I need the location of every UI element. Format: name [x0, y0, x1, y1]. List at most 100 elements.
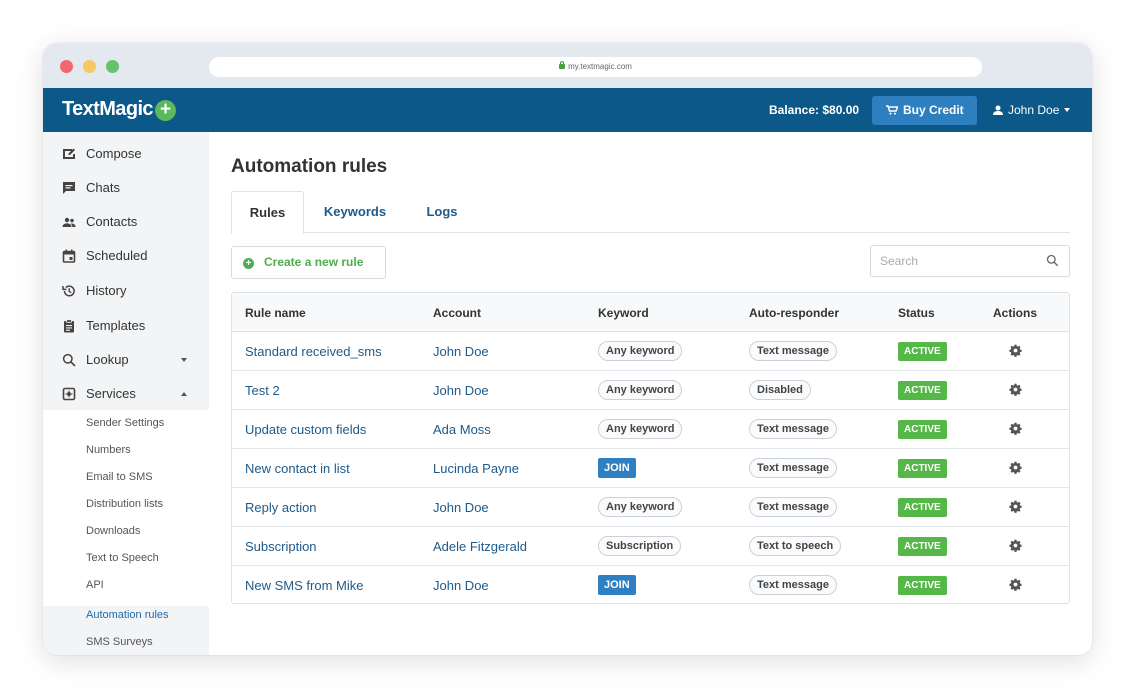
- table-row[interactable]: Update custom fields Ada Moss Any keyword T…: [232, 410, 1069, 449]
- minimize-window-dot[interactable]: [83, 60, 96, 73]
- sidebar-item-contacts[interactable]: Contacts: [43, 207, 209, 237]
- table-row[interactable]: Reply action John Doe Any keyword Text mess…: [232, 488, 1069, 527]
- column-status[interactable]: Status: [898, 306, 935, 320]
- sidebar-item-label: Lookup: [86, 352, 129, 367]
- address-bar[interactable]: my.textmagic.com: [209, 57, 982, 77]
- close-window-dot[interactable]: [60, 60, 73, 73]
- auto-responder-badge: Text message: [749, 419, 837, 439]
- column-rule-name[interactable]: Rule name: [245, 306, 306, 320]
- submenu-item-distribution-lists[interactable]: Distribution lists: [86, 498, 163, 510]
- chevron-down-icon: [1064, 108, 1071, 112]
- account-link[interactable]: Adele Fitzgerald: [433, 539, 527, 554]
- compose-icon: [63, 148, 75, 159]
- keyword-badge: Any keyword: [598, 419, 683, 439]
- contacts-icon: [62, 217, 76, 227]
- sidebar-item-label: Templates: [86, 318, 146, 333]
- sidebar-item-history[interactable]: History: [43, 276, 209, 306]
- app-header: TextMagic + Balance: $80.00 Buy Credit J…: [43, 88, 1092, 132]
- create-rule-button[interactable]: + Create a new rule: [231, 246, 386, 279]
- sidebar-item-label: Compose: [86, 146, 142, 161]
- account-link[interactable]: Lucinda Payne: [433, 461, 519, 476]
- account-link[interactable]: John Doe: [433, 578, 489, 593]
- services-icon: [62, 387, 76, 401]
- user-icon: [993, 105, 1003, 115]
- rule-name-link[interactable]: Subscription: [245, 539, 317, 554]
- gear-icon[interactable]: [1009, 578, 1022, 591]
- sidebar-item-lookup[interactable]: Lookup: [43, 345, 209, 375]
- rule-name-link[interactable]: Update custom fields: [245, 422, 366, 437]
- column-keyword[interactable]: Keyword: [598, 306, 649, 320]
- submenu-item-sms-surveys[interactable]: SMS Surveys: [86, 636, 153, 648]
- submenu-item-automation-rules[interactable]: Automation rules: [86, 609, 169, 621]
- submenu-item-text-to-speech[interactable]: Text to Speech: [86, 552, 159, 564]
- plus-icon[interactable]: +: [155, 100, 176, 121]
- status-badge: ACTIVE: [898, 381, 947, 400]
- gear-icon[interactable]: [1009, 422, 1022, 435]
- tab-rules[interactable]: Rules: [231, 191, 304, 234]
- search-input[interactable]: [870, 245, 1070, 277]
- create-rule-label: Create a new rule: [264, 255, 364, 269]
- search-icon[interactable]: [1046, 254, 1059, 267]
- keyword-badge: Any keyword: [598, 380, 683, 400]
- table-row[interactable]: Subscription Adele Fitzgerald Subscription…: [232, 527, 1069, 566]
- account-link[interactable]: John Doe: [433, 344, 489, 359]
- gear-icon[interactable]: [1009, 461, 1022, 474]
- submenu-item-api[interactable]: API: [86, 579, 104, 591]
- page-title: Automation rules: [231, 156, 388, 177]
- auto-responder-badge: Text message: [749, 497, 837, 517]
- browser-chrome: my.textmagic.com: [43, 43, 1092, 88]
- table-row[interactable]: Test 2 John Doe Any keyword Disabled ACTIVE: [232, 371, 1069, 410]
- gear-icon[interactable]: [1009, 383, 1022, 396]
- table-row[interactable]: New contact in list Lucinda Payne JOIN Text…: [232, 449, 1069, 488]
- sidebar-item-label: History: [86, 283, 127, 298]
- auto-responder-badge: Text message: [749, 458, 837, 478]
- rule-name-link[interactable]: Standard received_sms: [245, 344, 382, 359]
- auto-responder-badge: Text message: [749, 575, 837, 595]
- sidebar-item-scheduled[interactable]: Scheduled: [43, 241, 209, 271]
- table-row[interactable]: New SMS from Mike John Doe JOIN Text messag…: [232, 566, 1069, 603]
- table-row[interactable]: Standard received_sms John Doe Any keyword…: [232, 332, 1069, 371]
- gear-icon[interactable]: [1009, 500, 1022, 513]
- sidebar: Compose Chats Contacts Scheduled History…: [43, 132, 209, 655]
- status-badge: ACTIVE: [898, 537, 947, 556]
- buy-credit-label: Buy Credit: [903, 103, 964, 117]
- tab-keywords[interactable]: Keywords: [314, 191, 396, 233]
- keyword-badge: JOIN: [598, 575, 636, 595]
- status-badge: ACTIVE: [898, 342, 947, 361]
- sidebar-item-services[interactable]: Services: [43, 379, 209, 409]
- rule-name-link[interactable]: New contact in list: [245, 461, 350, 476]
- sidebar-item-compose[interactable]: Compose: [43, 139, 209, 169]
- rule-name-link[interactable]: Test 2: [245, 383, 280, 398]
- submenu-item-email-to-sms[interactable]: Email to SMS: [86, 471, 153, 483]
- submenu-lower-group: Automation rules SMS Surveys: [43, 606, 209, 655]
- sidebar-item-chats[interactable]: Chats: [43, 173, 209, 203]
- lock-icon: [559, 61, 566, 69]
- auto-responder-badge: Text to speech: [749, 536, 842, 556]
- textmagic-logo[interactable]: TextMagic: [62, 98, 154, 121]
- tab-logs[interactable]: Logs: [411, 191, 473, 233]
- account-link[interactable]: John Doe: [433, 500, 489, 515]
- sidebar-item-templates[interactable]: Templates: [43, 311, 209, 341]
- column-auto-responder[interactable]: Auto-responder: [749, 306, 839, 320]
- rule-name-link[interactable]: Reply action: [245, 500, 317, 515]
- history-icon: [62, 285, 75, 297]
- calendar-icon: [62, 249, 76, 263]
- account-link[interactable]: Ada Moss: [433, 422, 491, 437]
- sidebar-item-label: Services: [86, 386, 136, 401]
- submenu-item-downloads[interactable]: Downloads: [86, 525, 140, 537]
- sidebar-item-label: Chats: [86, 180, 120, 195]
- rule-name-link[interactable]: New SMS from Mike: [245, 578, 363, 593]
- submenu-item-numbers[interactable]: Numbers: [86, 444, 131, 456]
- gear-icon[interactable]: [1009, 344, 1022, 357]
- account-link[interactable]: John Doe: [433, 383, 489, 398]
- gear-icon[interactable]: [1009, 539, 1022, 552]
- submenu-item-sender-settings[interactable]: Sender Settings: [86, 417, 164, 429]
- status-badge: ACTIVE: [898, 459, 947, 478]
- maximize-window-dot[interactable]: [106, 60, 119, 73]
- sidebar-item-label: Scheduled: [86, 248, 148, 263]
- user-menu[interactable]: John Doe: [993, 103, 1071, 117]
- keyword-badge: Any keyword: [598, 497, 683, 517]
- chevron-up-icon: [181, 392, 187, 396]
- column-account[interactable]: Account: [433, 306, 481, 320]
- buy-credit-button[interactable]: Buy Credit: [872, 96, 977, 125]
